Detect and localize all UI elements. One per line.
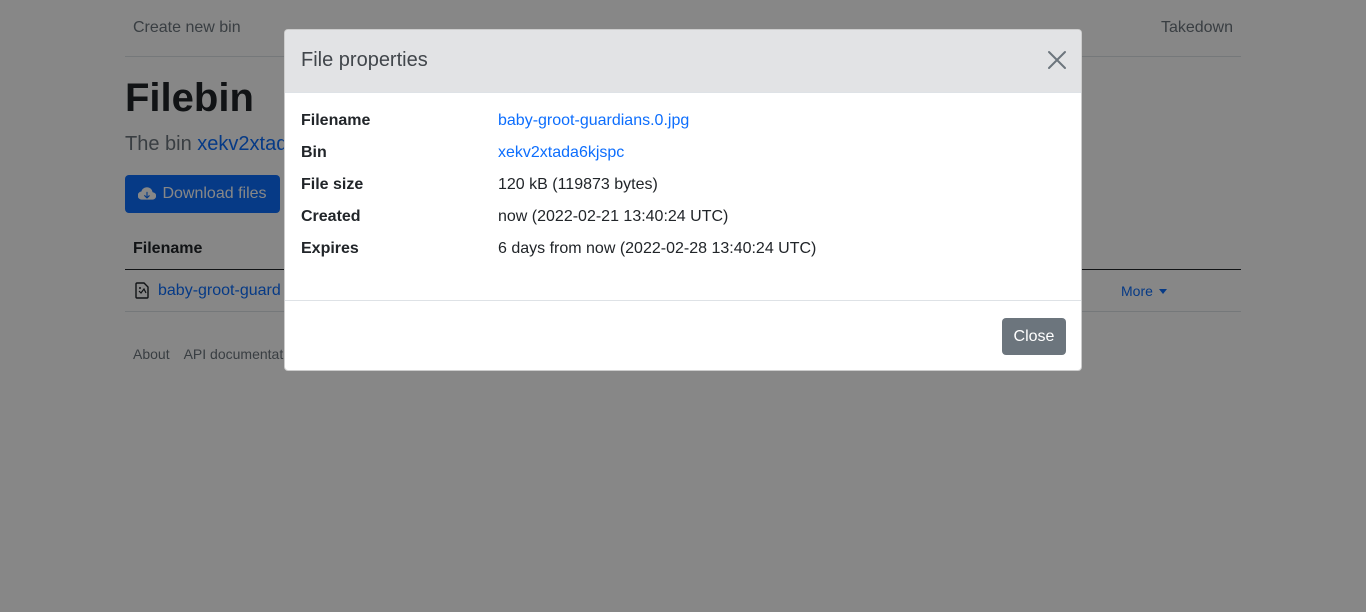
close-icon[interactable] [1047, 50, 1067, 70]
property-label: Created [301, 208, 361, 225]
property-row-bin: Bin xekv2xtada6kjspc [301, 141, 1061, 173]
bin-id-link[interactable]: xekv2xtada6kjspc [498, 144, 624, 162]
file-properties-modal: File properties Filename baby-groot-guar… [284, 29, 1082, 371]
file-size-value: 120 kB (119873 bytes) [498, 176, 658, 193]
filename-link[interactable]: baby-groot-guardians.0.jpg [498, 112, 689, 130]
expires-value: 6 days from now (2022-02-28 13:40:24 UTC… [498, 240, 817, 257]
property-label: File size [301, 176, 364, 193]
property-row-file-size: File size 120 kB (119873 bytes) [301, 173, 1061, 205]
property-label: Filename [301, 112, 371, 129]
modal-footer: Close [285, 300, 1081, 370]
property-row-expires: Expires 6 days from now (2022-02-28 13:4… [301, 237, 1061, 269]
property-label: Expires [301, 240, 359, 257]
property-row-filename: Filename baby-groot-guardians.0.jpg [301, 109, 1061, 141]
property-label: Bin [301, 144, 327, 161]
close-button[interactable]: Close [1002, 318, 1066, 355]
created-value: now (2022-02-21 13:40:24 UTC) [498, 208, 729, 225]
property-row-created: Created now (2022-02-21 13:40:24 UTC) [301, 205, 1061, 237]
modal-header: File properties [285, 30, 1081, 93]
modal-body: Filename baby-groot-guardians.0.jpg Bin … [301, 109, 1061, 269]
modal-title: File properties [301, 49, 428, 71]
